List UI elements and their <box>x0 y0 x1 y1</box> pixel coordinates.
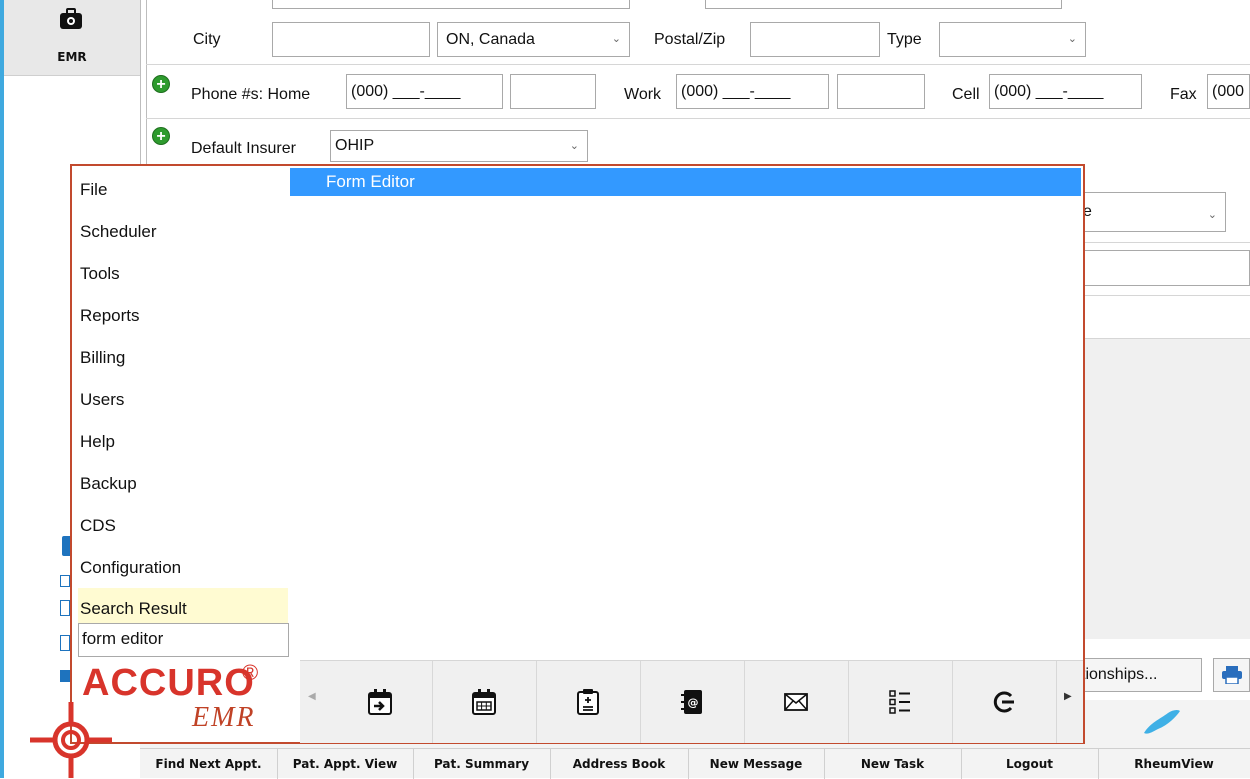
new-message-button[interactable]: New Message <box>688 749 825 779</box>
address-field-2[interactable] <box>705 0 1062 9</box>
logo-sub: EMR <box>192 702 256 733</box>
dock-appointment-import-button[interactable] <box>328 661 433 743</box>
insurer-select[interactable]: OHIP ⌄ <box>330 130 588 162</box>
search-results-pane: Form Editor <box>290 166 1083 658</box>
printer-icon <box>1222 666 1242 684</box>
home-phone-input[interactable]: (000) ___-____ <box>346 74 503 109</box>
chevron-down-icon: ⌄ <box>1067 33 1077 45</box>
rheumview-button[interactable]: RheumView <box>1098 749 1250 779</box>
menu-item-reports[interactable]: Reports <box>80 306 140 326</box>
row-divider <box>146 64 1250 65</box>
menu-item-users[interactable]: Users <box>80 390 124 410</box>
row-divider <box>146 118 1250 119</box>
chevron-down-icon: ⌄ <box>1207 209 1217 221</box>
cell-phone-input[interactable]: (000) ___-____ <box>989 74 1142 109</box>
appointment-import-icon <box>368 689 392 715</box>
phones-label: Phone #s: Home <box>191 86 311 103</box>
chevron-down-icon: ⌄ <box>569 140 579 152</box>
sidebar-accent-bar <box>0 0 4 778</box>
address-field[interactable] <box>272 0 630 9</box>
menu-item-scheduler[interactable]: Scheduler <box>80 222 157 242</box>
province-value: ON, Canada <box>446 31 535 48</box>
work-label: Work <box>624 86 662 103</box>
province-select[interactable]: ON, Canada ⌄ <box>437 22 630 57</box>
type-select[interactable]: ⌄ <box>939 22 1086 57</box>
address-book-button[interactable]: Address Book <box>550 749 689 779</box>
chevron-down-icon: ⌄ <box>611 33 621 45</box>
quick-launch-popup: File Scheduler Tools Reports Billing Use… <box>70 164 1085 744</box>
new-task-button[interactable]: New Task <box>824 749 962 779</box>
svg-text:@: @ <box>688 696 699 709</box>
background-select[interactable]: e ⌄ <box>1080 192 1226 232</box>
logo-brand: ACCURO <box>82 662 255 704</box>
task-list-icon <box>889 690 910 714</box>
address-book-icon: @ <box>681 690 702 714</box>
dock-calendar-button[interactable] <box>432 661 537 743</box>
type-label: Type <box>887 31 922 48</box>
menu-item-configuration[interactable]: Configuration <box>80 558 181 578</box>
dock-task-list-button[interactable] <box>848 661 953 743</box>
scroll-left-arrow[interactable]: ◀ <box>308 691 316 702</box>
fax-input[interactable]: (000 <box>1207 74 1250 109</box>
add-phone-icon[interactable]: + <box>152 75 170 93</box>
postal-input[interactable] <box>750 22 880 57</box>
emr-module-button[interactable]: EMR <box>4 0 140 76</box>
accuro-crosshair-icon <box>30 702 112 778</box>
find-next-appt-button[interactable]: Find Next Appt. <box>140 749 278 779</box>
sidebar-video-icon[interactable] <box>60 670 70 682</box>
menu-item-search-result[interactable]: Search Result <box>80 599 187 619</box>
sidebar-list-icon[interactable] <box>60 600 70 616</box>
emr-label: EMR <box>57 50 87 64</box>
envelope-icon <box>784 693 808 711</box>
bottom-toolbar: Find Next Appt. Pat. Appt. View Pat. Sum… <box>140 748 1250 779</box>
add-insurer-icon[interactable]: + <box>152 127 170 145</box>
quick-launch-dock: ◀ @ ▶ <box>300 660 1083 743</box>
city-label: City <box>193 31 221 48</box>
menu-item-file[interactable]: File <box>80 180 107 200</box>
row-divider <box>1085 242 1250 243</box>
dock-message-button[interactable] <box>744 661 849 743</box>
calendar-icon <box>472 689 496 715</box>
insurer-value: OHIP <box>335 137 375 154</box>
pat-summary-button[interactable]: Pat. Summary <box>413 749 551 779</box>
dock-address-book-button[interactable]: @ <box>640 661 745 743</box>
logo-registered-mark: ® <box>242 660 259 685</box>
work-ext-input[interactable] <box>837 74 925 109</box>
background-input[interactable] <box>1080 250 1250 286</box>
scroll-right-arrow[interactable]: ▶ <box>1064 691 1072 702</box>
logout-button[interactable]: Logout <box>961 749 1099 779</box>
fax-label: Fax <box>1170 86 1197 103</box>
menu-item-tools[interactable]: Tools <box>80 264 120 284</box>
postal-label: Postal/Zip <box>654 31 726 48</box>
logout-icon <box>993 691 1014 713</box>
result-item-form-editor[interactable]: Form Editor <box>290 168 1081 196</box>
medical-bag-icon <box>60 8 82 29</box>
cell-label: Cell <box>952 86 980 103</box>
search-input[interactable]: form editor <box>78 623 289 657</box>
city-input[interactable] <box>272 22 430 57</box>
rheumview-icon[interactable] <box>1138 705 1186 746</box>
work-phone-input[interactable]: (000) ___-____ <box>676 74 829 109</box>
home-ext-input[interactable] <box>510 74 596 109</box>
menu-item-backup[interactable]: Backup <box>80 474 137 494</box>
sidebar-flask-icon[interactable] <box>60 635 70 651</box>
print-button[interactable] <box>1213 658 1250 692</box>
menu-item-help[interactable]: Help <box>80 432 115 452</box>
insurer-label: Default Insurer <box>191 140 296 157</box>
menu-item-cds[interactable]: CDS <box>80 516 116 536</box>
dock-clipboard-button[interactable] <box>536 661 641 743</box>
sidebar-mail-icon[interactable] <box>60 575 70 587</box>
pat-appt-view-button[interactable]: Pat. Appt. View <box>277 749 414 779</box>
background-panel <box>1085 339 1250 639</box>
clipboard-icon <box>577 689 599 715</box>
dock-logout-button[interactable] <box>952 661 1057 743</box>
row-divider <box>1085 295 1250 296</box>
menu-item-billing[interactable]: Billing <box>80 348 125 368</box>
relationships-button[interactable]: tionships... <box>1080 658 1202 692</box>
